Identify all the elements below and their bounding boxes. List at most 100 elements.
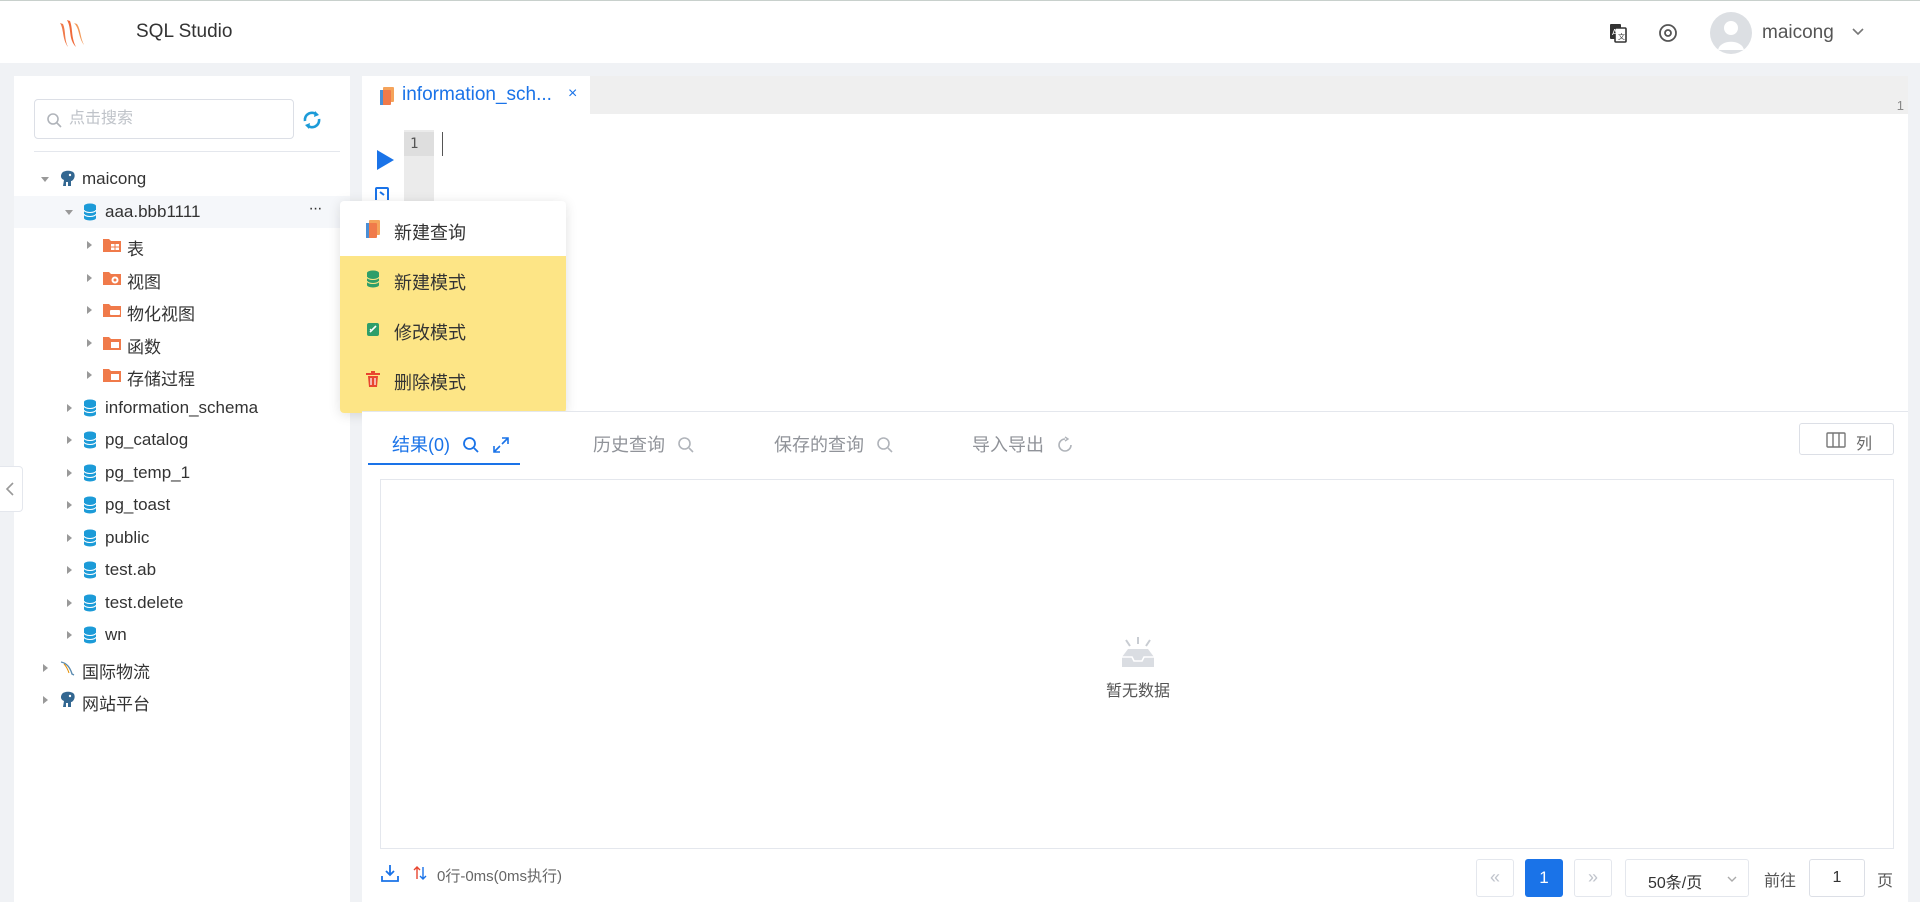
tree-node-label: pg_toast [105, 495, 171, 514]
caret-right-icon[interactable] [64, 500, 74, 510]
top-header: SQL Studio A 文 maicong [0, 0, 1920, 63]
tree-node-label: 网站平台 [82, 695, 150, 714]
menu-item-delete-schema[interactable]: 删除模式 [340, 357, 566, 401]
svg-text:文: 文 [1618, 32, 1625, 41]
divider [362, 411, 1908, 412]
caret-right-icon[interactable] [64, 403, 74, 413]
settings-icon[interactable] [1656, 21, 1680, 45]
caret-right-icon[interactable] [84, 338, 94, 348]
sidebar-collapse-handle[interactable] [0, 466, 23, 512]
procedure-folder-icon [103, 369, 121, 382]
refresh-icon[interactable] [298, 106, 326, 134]
tab-history[interactable]: 历史查询 [593, 431, 695, 477]
database-icon [83, 431, 97, 449]
editor-tab-strip: information_sch... × 1 [362, 76, 1908, 114]
next-page-button[interactable]: » [1574, 859, 1612, 897]
avatar[interactable] [1710, 12, 1752, 54]
caret-right-icon[interactable] [64, 565, 74, 575]
search-input[interactable] [69, 106, 285, 132]
menu-item-new-query[interactable]: 新建查询 [340, 207, 566, 251]
tree-node-folder-tables[interactable]: 表 [14, 229, 350, 261]
caret-right-icon[interactable] [40, 663, 50, 673]
tree-node-folder-views[interactable]: 视图 [14, 262, 350, 294]
tab-label: 历史查询 [593, 435, 665, 455]
username[interactable]: maicong [1762, 22, 1834, 44]
app-logo-icon[interactable] [54, 15, 90, 51]
format-icon[interactable] [374, 186, 392, 200]
tree-node-schema[interactable]: pg_temp_1 [14, 457, 350, 489]
tab-results[interactable]: 结果(0) [392, 431, 510, 477]
caret-right-icon[interactable] [64, 598, 74, 608]
caret-right-icon[interactable] [64, 533, 74, 543]
tree-node-schema[interactable]: public [14, 522, 350, 554]
materialized-view-folder-icon [103, 304, 121, 317]
tree-node-label: 函数 [127, 338, 161, 357]
tree-node-folder-functions[interactable]: 函数 [14, 327, 350, 359]
columns-icon [1826, 432, 1846, 448]
tree-node-label: 存储过程 [127, 370, 195, 389]
tab-import-export[interactable]: 导入导出 [972, 431, 1074, 477]
tab-saved-queries[interactable]: 保存的查询 [774, 431, 894, 477]
refresh-icon [1058, 436, 1072, 452]
menu-item-label: 新建查询 [394, 223, 466, 243]
tab-label: 保存的查询 [774, 435, 864, 455]
translate-icon[interactable]: A 文 [1606, 21, 1630, 45]
postgres-elephant-icon [60, 170, 75, 186]
tree-node-schema[interactable]: information_schema [14, 392, 350, 424]
menu-item-edit-schema[interactable]: 修改模式 [340, 307, 566, 351]
more-options-button[interactable]: ··· [304, 201, 326, 223]
tree-node-label: test.ab [105, 560, 157, 579]
tree-node-folder-matviews[interactable]: 物化视图 [14, 294, 350, 326]
tree-node-connection[interactable]: 国际物流 [14, 652, 350, 684]
caret-right-icon[interactable] [84, 305, 94, 315]
caret-right-icon[interactable] [84, 240, 94, 250]
tab-query[interactable]: information_sch... × [362, 76, 590, 114]
caret-right-icon[interactable] [84, 370, 94, 380]
tree-node-schema[interactable]: wn [14, 619, 350, 651]
caret-right-icon[interactable] [64, 435, 74, 445]
results-footer: 0行-0ms(0ms执行) « 1 » 50条/页 前往 页 [362, 849, 1908, 902]
tree-node-connection[interactable]: maicong [14, 163, 350, 195]
tree-node-schema[interactable]: aaa.bbb1111 ··· [14, 196, 350, 228]
tree-node-folder-procedures[interactable]: 存储过程 [14, 359, 350, 391]
goto-label: 前往 [1764, 873, 1797, 890]
database-icon [83, 594, 97, 612]
expand-icon[interactable] [492, 436, 510, 454]
menu-item-new-schema[interactable]: 新建模式 [340, 257, 566, 301]
search-icon[interactable] [462, 436, 480, 454]
empty-inbox-icon [1122, 637, 1154, 667]
chevron-left-icon [5, 482, 14, 496]
caret-right-icon[interactable] [40, 695, 50, 705]
prev-page-button[interactable]: « [1476, 859, 1514, 897]
app-title: SQL Studio [136, 21, 233, 42]
caret-down-icon[interactable] [40, 174, 50, 184]
database-icon [83, 529, 97, 547]
caret-right-icon[interactable] [84, 273, 94, 283]
tree-node-schema[interactable]: pg_catalog [14, 424, 350, 456]
tree-node-schema[interactable]: test.ab [14, 554, 350, 586]
chevron-down-icon[interactable] [1850, 24, 1866, 40]
run-icon[interactable] [374, 148, 396, 172]
query-file-icon [380, 87, 394, 105]
caret-right-icon[interactable] [64, 468, 74, 478]
database-icon [83, 203, 97, 221]
sort-icon[interactable] [412, 865, 428, 881]
close-icon[interactable]: × [568, 85, 577, 103]
tree-node-schema[interactable]: test.delete [14, 587, 350, 619]
goto-page-input[interactable] [1809, 859, 1865, 897]
empty-state-text: 暂无数据 [1106, 683, 1171, 700]
editor-panel: information_sch... × 1 1 [362, 76, 1908, 411]
caret-down-icon[interactable] [64, 207, 74, 217]
tree-node-schema[interactable]: pg_toast [14, 489, 350, 521]
search-box[interactable] [34, 99, 294, 139]
tab-label: 导入导出 [972, 435, 1044, 455]
text-cursor [442, 132, 443, 156]
database-icon [83, 464, 97, 482]
download-icon[interactable] [380, 863, 400, 883]
page-size-select[interactable]: 50条/页 [1625, 859, 1749, 897]
columns-button[interactable]: 列 [1799, 423, 1894, 455]
caret-right-icon[interactable] [64, 630, 74, 640]
sidebar: maicong aaa.bbb1111 ··· 表 视图 [14, 76, 350, 902]
tree-node-connection[interactable]: 网站平台 [14, 684, 350, 716]
current-page[interactable]: 1 [1525, 859, 1563, 897]
